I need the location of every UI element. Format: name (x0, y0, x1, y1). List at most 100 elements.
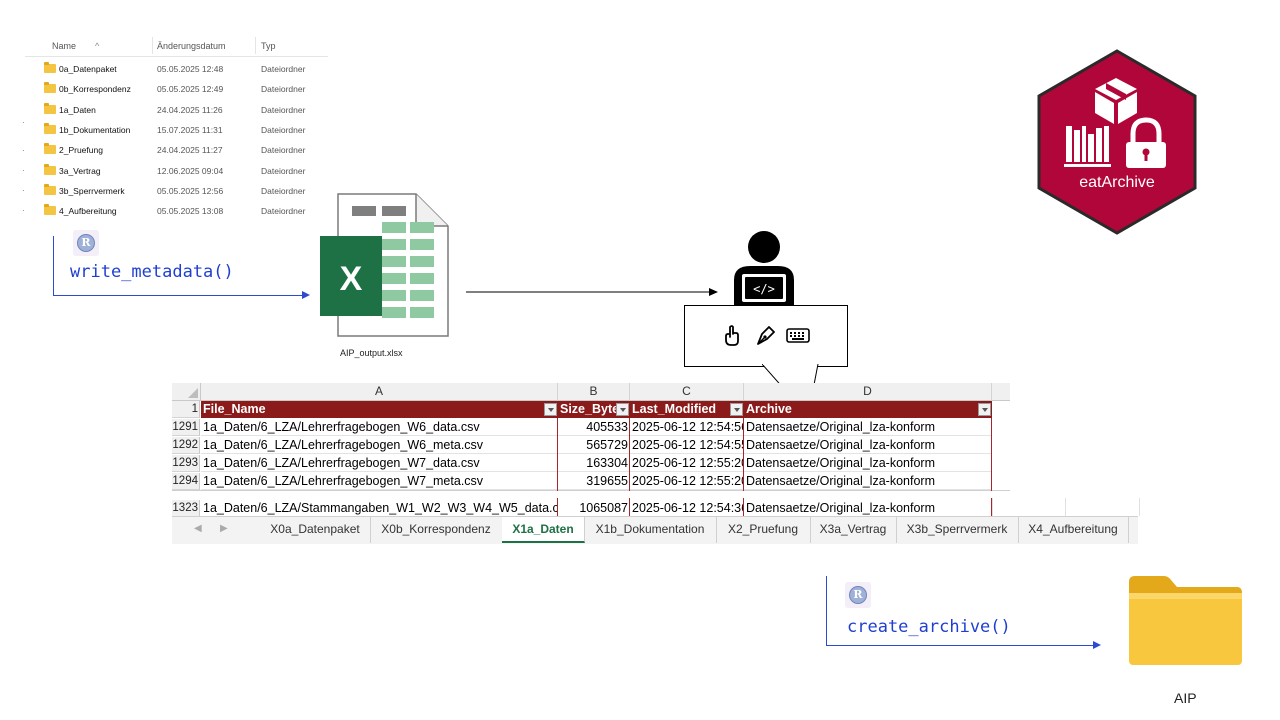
folder-modified-date: 12.06.2025 09:04 (157, 165, 224, 176)
filter-dropdown-icon[interactable] (978, 403, 991, 416)
folder-name: 1b_Dokumentation (59, 124, 131, 135)
pen-nib-icon (757, 326, 775, 345)
tab-scroll-right-icon[interactable]: ▶ (220, 523, 228, 534)
sheet-tab[interactable]: X4_Aufbereitung (1018, 517, 1129, 543)
row-number[interactable]: 1291 (172, 419, 200, 436)
cell-archive[interactable]: Datensaetze/Original_lza-konform (744, 437, 992, 454)
column-border (557, 418, 558, 491)
column-border (629, 498, 630, 516)
column-border (743, 498, 744, 516)
row-number[interactable]: 1292 (172, 437, 200, 454)
folder-type: Dateiordner (261, 206, 306, 217)
folder-modified-date: 05.05.2025 12:48 (157, 64, 224, 74)
explorer-folder-row[interactable]: 2_Pruefung 24.04.2025 11:27 Dateiordner (25, 142, 325, 160)
row-number[interactable]: 1294 (172, 473, 200, 490)
column-header-date[interactable]: Änderungsdatum (157, 41, 226, 51)
row-number[interactable]: 1 (172, 401, 200, 418)
row-number[interactable]: 1323 (172, 500, 200, 517)
cell-last-modified[interactable]: 2025-06-12 12:55:20 (630, 455, 744, 472)
cell-archive[interactable]: Datensaetze/Original_lza-konform (744, 500, 992, 517)
column-header-e[interactable] (992, 383, 1010, 401)
explorer-folder-row[interactable]: 0a_Datenpaket 05.05.2025 12:48 Dateiordner (25, 61, 325, 79)
sheet-tab[interactable]: X1a_Daten (502, 517, 585, 543)
sheet-tab[interactable]: X3b_Sperrvermerk (896, 517, 1019, 543)
column-header-c[interactable]: C (630, 383, 744, 401)
tree-marker: · (22, 146, 25, 155)
explorer-folder-row[interactable]: 4_Aufbereitung 05.05.2025 13:08 Dateiordne… (25, 203, 325, 221)
cell-size[interactable]: 565729 (558, 437, 630, 454)
select-all-corner[interactable] (172, 383, 201, 401)
sheet-tab[interactable]: X0a_Datenpaket (260, 517, 371, 543)
explorer-folder-row[interactable]: 3a_Vertrag 12.06.2025 09:04 Dateiordner (25, 163, 325, 181)
r-logo-icon: R (73, 230, 99, 256)
folder-name: 0a_Datenpaket (59, 64, 117, 74)
tab-scroll-left-icon[interactable]: ◀ (194, 523, 202, 534)
folder-icon (44, 82, 56, 94)
tree-marker: · (22, 206, 25, 215)
cell-archive[interactable]: Datensaetze/Original_lza-konform (744, 473, 992, 490)
cell-file-name[interactable]: 1a_Daten/6_LZA/Stammangaben_W1_W2_W3_W4_… (201, 500, 558, 517)
sort-caret-icon[interactable]: ^ (95, 41, 99, 51)
sheet-tab[interactable]: X3a_Vertrag (810, 517, 897, 543)
filter-dropdown-icon[interactable] (616, 403, 629, 416)
cell-size[interactable]: 1065087 (558, 500, 630, 517)
row-number[interactable]: 1293 (172, 455, 200, 472)
cell-size[interactable]: 405533 (558, 419, 630, 436)
excel-file-icon[interactable]: X (320, 192, 450, 338)
speech-bubble (684, 305, 848, 367)
header-cell-archive[interactable]: Archive (744, 401, 992, 418)
cell-file-name[interactable]: 1a_Daten/6_LZA/Lehrerfragebogen_W7_data.… (201, 455, 558, 472)
folder-modified-date: 24.04.2025 11:26 (157, 104, 223, 115)
aip-folder-icon[interactable] (1126, 574, 1244, 668)
filter-dropdown-icon[interactable] (730, 403, 743, 416)
column-border (991, 418, 992, 491)
cell-last-modified[interactable]: 2025-06-12 12:55:20 (630, 473, 744, 490)
cell-last-modified[interactable]: 2025-06-12 12:54:55 (630, 437, 744, 454)
filter-dropdown-icon[interactable] (544, 403, 557, 416)
arrow-head-icon (302, 291, 310, 299)
header-cell-last-modified[interactable]: Last_Modified (630, 401, 744, 418)
keyboard-icon (786, 328, 810, 343)
folder-type: Dateiordner (261, 64, 306, 74)
file-explorer-list: ^ Name Änderungsdatum Typ 0a_Datenpaket 0… (22, 36, 330, 226)
explorer-folder-row[interactable]: 1a_Daten 24.04.2025 11:26 Dateiordner (25, 102, 325, 120)
column-header-type[interactable]: Typ (261, 41, 276, 51)
empty-cells (992, 498, 1140, 516)
folder-name: 1a_Daten (59, 104, 96, 115)
column-header-d[interactable]: D (744, 383, 992, 401)
folder-type: Dateiordner (261, 104, 306, 115)
excel-spreadsheet: A B C D 1 File_Name Size_Byte Last_Modif… (172, 378, 1140, 544)
cell-size[interactable]: 163304 (558, 455, 630, 472)
explorer-folder-row[interactable]: 1b_Dokumentation 15.07.2025 11:31 Dateiord… (25, 122, 325, 140)
cell-last-modified[interactable]: 2025-06-12 12:54:56 (630, 419, 744, 436)
folder-name: 2_Pruefung (59, 145, 103, 156)
cell-size[interactable]: 319655 (558, 473, 630, 490)
sheet-tab[interactable]: X1b_Dokumentation (584, 517, 717, 543)
column-border (991, 498, 992, 516)
folder-type: Dateiordner (261, 165, 306, 176)
cell-file-name[interactable]: 1a_Daten/6_LZA/Lehrerfragebogen_W7_meta.… (201, 473, 558, 490)
explorer-folder-row[interactable]: 0b_Korrespondenz 05.05.2025 12:49 Dateiord… (25, 81, 325, 99)
cell-archive[interactable]: Datensaetze/Original_lza-konform (744, 419, 992, 436)
folder-icon (44, 102, 56, 114)
tree-marker: · (22, 118, 25, 127)
developer-person-icon: </> (728, 230, 800, 310)
cell-last-modified[interactable]: 2025-06-12 12:54:36 (630, 500, 744, 517)
header-cell-file-name[interactable]: File_Name (201, 401, 558, 418)
sheet-tab[interactable]: X2_Pruefung (716, 517, 811, 543)
column-header-a[interactable]: A (201, 383, 558, 401)
column-header-b[interactable]: B (558, 383, 630, 401)
cell-archive[interactable]: Datensaetze/Original_lza-konform (744, 455, 992, 472)
cell-file-name[interactable]: 1a_Daten/6_LZA/Lehrerfragebogen_W6_meta.… (201, 437, 558, 454)
explorer-folder-row[interactable]: 3b_Sperrvermerk 05.05.2025 12:56 Dateiordn… (25, 183, 325, 201)
sheet-tab[interactable]: X0b_Korrespondenz (370, 517, 503, 543)
bubble-icon-group (721, 322, 813, 352)
column-divider[interactable] (255, 37, 256, 54)
excel-letter: X (339, 260, 363, 298)
excel-file-name: AIP_output.xlsx (340, 348, 403, 358)
cell-file-name[interactable]: 1a_Daten/6_LZA/Lehrerfragebogen_W6_data.… (201, 419, 558, 436)
flow-line-horizontal (53, 295, 303, 296)
column-header-name[interactable]: Name (52, 41, 76, 51)
header-cell-size[interactable]: Size_Byte (558, 401, 630, 418)
column-divider[interactable] (152, 37, 153, 54)
